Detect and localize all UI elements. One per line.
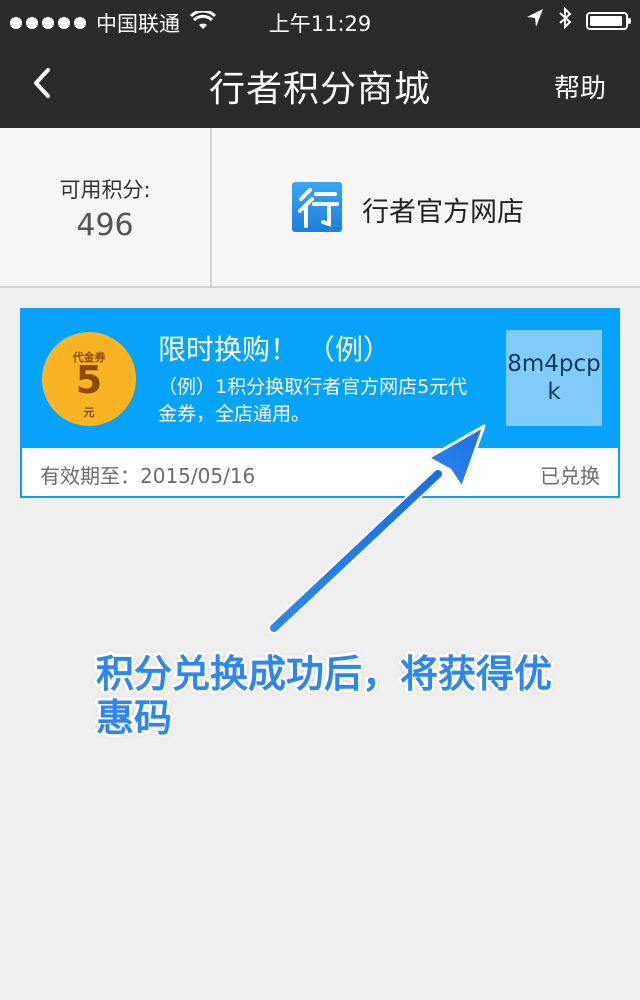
coupon-code[interactable]: 8m4pcpk: [506, 330, 602, 426]
help-button[interactable]: 帮助: [554, 68, 606, 105]
xingzhe-logo-icon: [292, 182, 342, 232]
coupon-card[interactable]: 代金券 5 元 限时换购！ （例） （例）1积分换取行者官方网店5元代金券，全店…: [20, 308, 620, 498]
redeem-status: 已兑换: [540, 464, 600, 488]
coupon-description: （例）1积分换取行者官方网店5元代金券，全店通用。: [158, 376, 468, 425]
points-value: 496: [76, 208, 134, 243]
badge-amount: 5: [75, 358, 103, 402]
shop-name: 行者官方网店: [362, 197, 524, 228]
page-title: 行者积分商城: [208, 69, 431, 110]
coupon-title: 限时换购！ （例）: [158, 333, 391, 366]
available-points: 可用积分: 496: [0, 128, 212, 286]
points-panel: 可用积分: 496 行者官方网店: [0, 128, 640, 288]
bluetooth-icon: [558, 6, 572, 35]
status-right: [526, 6, 631, 35]
coupon-footer: 有效期至：2015/05/16 已兑换: [22, 448, 618, 496]
battery-icon: [586, 11, 631, 30]
voucher-badge: 代金券 5 元: [42, 332, 136, 426]
status-bar: 中国联通 上午11:29: [0, 0, 640, 40]
location-arrow-icon: [526, 8, 544, 33]
badge-unit: 元: [83, 406, 95, 419]
expiry-date: 有效期至：2015/05/16: [40, 464, 256, 488]
official-shop-link[interactable]: 行者官方网店: [212, 128, 640, 286]
coupon-header: 代金券 5 元 限时换购！ （例） （例）1积分换取行者官方网店5元代金券，全店…: [22, 310, 618, 448]
annotation-caption: 积分兑换成功后，将获得优惠码: [96, 652, 553, 740]
nav-bar: 行者积分商城 帮助: [0, 40, 640, 128]
points-label: 可用积分:: [59, 178, 151, 202]
